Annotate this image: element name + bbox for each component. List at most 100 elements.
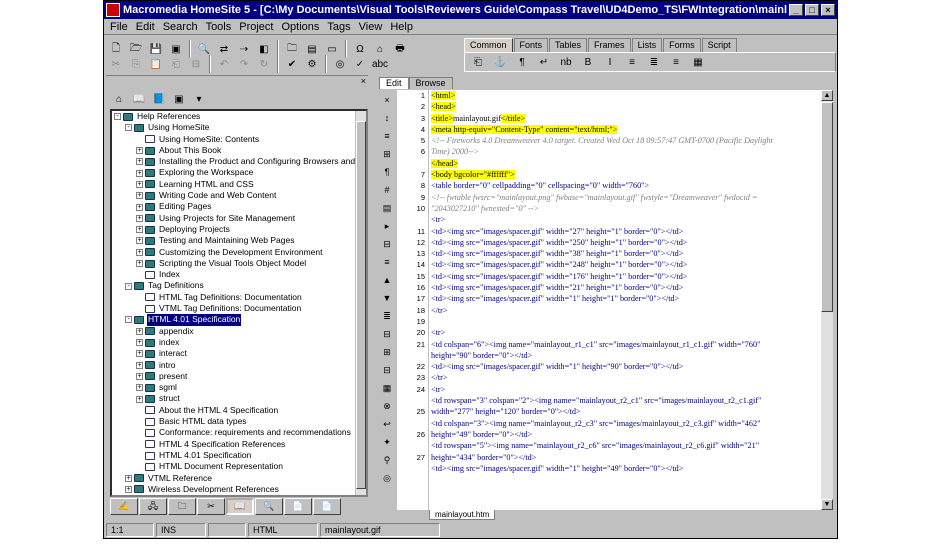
tree-item[interactable]: HTML Document Representation [112,461,358,472]
code-line[interactable]: <meta http-equiv="Content-Type" content=… [429,124,821,135]
tree-item[interactable]: + Customizing the Development Environment [112,247,358,258]
code-line[interactable]: width="277" height="120" border="0"></td… [429,406,821,417]
editor-tool-icon[interactable]: ⊟ [379,362,395,378]
editor-tool-icon[interactable]: ⚲ [379,452,395,468]
expand-icon[interactable]: + [136,180,143,188]
tree-item[interactable]: + present [112,371,358,382]
help-contents-icon[interactable]: ⌂ [110,90,128,108]
menu-file[interactable]: File [106,21,132,33]
tree-item[interactable]: + Learning HTML and CSS [112,179,358,190]
collapse-icon[interactable]: - [114,113,121,121]
tab-fonts[interactable]: Fonts [513,38,549,52]
code-line[interactable] [429,316,821,327]
code-line[interactable]: </tr> [429,305,821,316]
code-line[interactable]: <table border="0" cellpadding="0" cellsp… [429,180,821,191]
tree-item[interactable]: + appendix [112,326,358,337]
book-icon[interactable]: 📖 [130,90,148,108]
expand-icon[interactable]: + [136,395,143,403]
tree-item[interactable]: + Using Projects for Site Management [112,213,358,224]
tab-edit[interactable]: Edit [379,77,409,89]
menu-view[interactable]: View [355,21,387,33]
code-line[interactable]: <head> [429,101,821,112]
tree-scrollbar[interactable] [355,111,366,495]
code-line[interactable]: <td><img src="images/spacer.gif" width="… [429,226,821,237]
expand-icon[interactable]: + [125,474,132,482]
expand-icon[interactable]: + [136,361,143,369]
code-line[interactable]: <td rowspan="5"><img name="mainlayout_r2… [429,440,821,451]
tree-item[interactable]: + Wireless Development References [112,484,358,495]
projects-tab[interactable]: 🖧 [139,498,167,515]
book-open-icon[interactable]: 📘 [150,90,168,108]
tree-item[interactable]: + Installing the Product and Configuring … [112,156,366,167]
close-icon[interactable]: × [361,76,366,86]
collapse-icon[interactable]: - [125,124,132,132]
expand-icon[interactable]: + [136,372,143,380]
code-line[interactable]: <td colspan="6"><img name="mainlayout_r1… [429,339,821,350]
editor-tool-icon[interactable]: ▤ [379,200,395,216]
tree-item[interactable]: + intro [112,360,358,371]
editor-tool-icon[interactable]: ▼ [379,290,395,306]
tab-tables[interactable]: Tables [549,38,588,52]
expand-icon[interactable]: + [136,237,143,245]
code-line[interactable]: Time) 2000--> [429,146,821,157]
editor-tool-icon[interactable]: ✦ [379,434,395,450]
expand-icon[interactable]: + [136,169,143,177]
menu-project[interactable]: Project [235,21,277,33]
menu-tags[interactable]: Tags [323,21,354,33]
tab-frames[interactable]: Frames [588,38,631,52]
bold-icon[interactable]: B [579,53,597,71]
table-icon[interactable]: ▦ [689,53,707,71]
maximize-button[interactable]: □ [805,4,819,16]
expand-icon[interactable]: + [136,226,143,234]
editor-tool-icon[interactable]: ▲ [379,272,395,288]
editor-tool-icon[interactable]: ◎ [379,470,395,486]
code-line[interactable]: height="90" border="0"></td> [429,350,821,361]
line-break-icon[interactable]: ↵ [535,53,553,71]
tab-script[interactable]: Script [701,38,737,52]
editor-tool-icon[interactable]: ▸ [379,218,395,234]
help-tab[interactable]: 📖 [226,498,254,515]
code-line[interactable]: </tr> [429,372,821,383]
tree-item[interactable]: HTML 4.01 Specification [112,450,358,461]
tree-item[interactable]: + index [112,337,358,348]
editor-tool-icon[interactable]: ⊟ [379,326,395,342]
web-icon[interactable]: ◎ [331,55,349,73]
paste-icon[interactable]: 📋 [147,55,165,73]
copy-icon[interactable]: ⎘ [127,55,145,73]
editor-tool-icon[interactable]: ≡ [379,128,395,144]
files-tab[interactable]: ✍ [110,498,138,515]
editor-tool-icon[interactable]: × [379,92,395,108]
editor-tool-icon[interactable]: ↩ [379,416,395,432]
tree-item[interactable]: HTML Tag Definitions: Documentation [112,292,358,303]
code-line[interactable]: <td><img src="images/spacer.gif" width="… [429,282,821,293]
tree-item[interactable]: + interact [112,348,358,359]
code-line[interactable]: <!-- Fireworks 4.0 Dreamweaver 4.0 targe… [429,135,821,146]
editor-tool-icon[interactable]: ≡ [379,254,395,270]
code-line[interactable]: <title>mainlayout.gif</title> [429,113,821,124]
tree-item[interactable]: + Scripting the Visual Tools Object Model [112,258,358,269]
tree-item[interactable]: - HTML 4.01 Specification [112,314,358,326]
code-line[interactable]: <!-- fwtable fwsrc="mainlayout.png" fwba… [429,192,821,203]
tag-insight-icon[interactable]: ✔ [283,55,301,73]
align-center-icon[interactable]: ≣ [645,53,663,71]
code-line[interactable]: <td rowspan="3" colspan="2"><img name="m… [429,395,821,406]
app-icon[interactable] [106,3,120,17]
expand-icon[interactable]: + [136,260,143,267]
expand-icon[interactable]: + [136,203,143,211]
tree-item[interactable]: + About This Book [112,145,358,156]
quick-start-icon[interactable]: ⎗ [469,53,487,71]
tree-item[interactable]: HTML 4 Specification References [112,439,358,450]
editor-tool-icon[interactable]: ⊞ [379,344,395,360]
editor-tool-icon[interactable]: ⊞ [379,146,395,162]
tree-item[interactable]: Basic HTML data types [112,416,358,427]
align-right-icon[interactable]: ≡ [667,53,685,71]
tree-item[interactable]: + sgml [112,382,358,393]
quick-anchor-icon[interactable]: ⚓ [491,53,509,71]
menu-edit[interactable]: Edit [132,21,159,33]
code-line[interactable]: <html> [429,90,821,101]
expand-icon[interactable]: + [136,147,143,155]
code-line[interactable]: </head> [429,158,821,169]
tree-item[interactable]: - Tag Definitions [112,280,358,291]
resources-tab[interactable]: 📄 [313,498,341,515]
expand-icon[interactable]: + [136,214,143,222]
